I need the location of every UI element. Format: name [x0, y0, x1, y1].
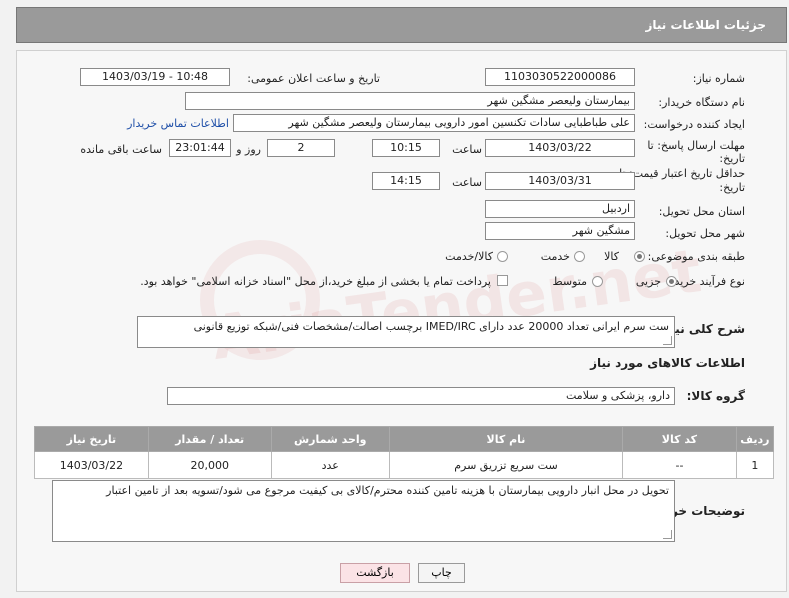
process-radio-medium[interactable] — [592, 276, 603, 287]
deadline-time-field: 10:15 — [372, 139, 440, 157]
remaining-label: ساعت باقی مانده — [80, 143, 162, 156]
need-number-label: شماره نیاز: — [692, 72, 745, 85]
cell-unit: عدد — [270, 451, 390, 479]
category-radio-service[interactable] — [574, 251, 585, 262]
announce-label: تاریخ و ساعت اعلان عمومی: — [247, 72, 380, 85]
category-option-service: خدمت — [540, 250, 570, 263]
city-label: شهر محل تحویل: — [665, 227, 745, 240]
remaining-time-field: 23:01:44 — [169, 139, 231, 157]
treasury-payment-checkbox[interactable] — [497, 275, 508, 286]
goods-group-label: گروه کالا: — [686, 389, 745, 403]
deadline-label-date: تاریخ: — [719, 152, 745, 165]
buyer-notes-box: تحویل در محل انبار دارویی بیمارستان با ه… — [52, 480, 675, 542]
announce-field: 1403/03/19 - 10:48 — [80, 68, 230, 86]
buyer-org-label: نام دستگاه خریدار: — [658, 96, 745, 109]
process-label: نوع فرآیند خرید : — [667, 275, 745, 288]
cell-date: 1403/03/22 — [34, 451, 149, 479]
page-title: جزئیات اطلاعات نیاز — [645, 18, 766, 32]
days-remaining-field: 2 — [267, 139, 335, 157]
cell-qty: 20,000 — [147, 451, 272, 479]
page-header: جزئیات اطلاعات نیاز — [16, 7, 787, 43]
cell-name: ست سریع تزریق سرم — [388, 451, 624, 479]
process-radio-minor[interactable] — [666, 276, 677, 287]
resize-grip-icon[interactable] — [663, 530, 672, 539]
buyer-notes-text: تحویل در محل انبار دارویی بیمارستان با ه… — [106, 484, 669, 497]
col-date: تاریخ نیاز — [34, 426, 149, 452]
validity-date-field: 1403/03/31 — [485, 172, 635, 190]
province-label: استان محل تحویل: — [658, 205, 745, 218]
cell-row: 1 — [735, 451, 775, 479]
buyer-contact-link[interactable]: اطلاعات تماس خریدار — [127, 117, 229, 130]
process-option-minor: جزیی — [635, 275, 661, 288]
goods-section-title: اطلاعات کالاهای مورد نیاز — [590, 356, 745, 370]
category-radio-goods[interactable] — [634, 251, 645, 262]
description-text: ست سرم ایرانی تعداد 20000 عدد دارای IMED… — [193, 320, 669, 333]
creator-label: ایجاد کننده درخواست: — [643, 118, 745, 131]
treasury-payment-note: پرداخت تمام یا بخشی از مبلغ خرید،از محل … — [140, 275, 491, 288]
col-row: ردیف — [735, 426, 775, 452]
print-button[interactable]: چاپ — [418, 563, 465, 583]
min-validity-label-date: تاریخ: — [719, 181, 745, 194]
province-field: اردبیل — [485, 200, 635, 218]
col-code: کد کالا — [622, 426, 737, 452]
buyer-org-field: بیمارستان ولیعصر مشگین شهر — [185, 92, 635, 110]
back-button[interactable]: بازگشت — [340, 563, 410, 583]
deadline-label: مهلت ارسال پاسخ: تا — [647, 139, 745, 152]
creator-field: علی طباطبایی سادات تکنسین امور دارویی بی… — [233, 114, 635, 132]
category-option-goods-service: کالا/خدمت — [445, 250, 493, 263]
description-box: ست سرم ایرانی تعداد 20000 عدد دارای IMED… — [137, 316, 675, 348]
goods-group-field: دارو، پزشکی و سلامت — [167, 387, 675, 405]
col-name: نام کالا — [388, 426, 624, 452]
cell-code: -- — [622, 451, 737, 479]
col-unit: واحد شمارش — [270, 426, 390, 452]
validity-time-field: 14:15 — [372, 172, 440, 190]
category-label: طبقه بندی موضوعی: — [647, 250, 745, 263]
table-row: 1 -- ست سریع تزریق سرم عدد 20,000 1403/0… — [34, 451, 775, 479]
validity-time-label: ساعت — [452, 176, 482, 189]
deadline-time-label: ساعت — [452, 143, 482, 156]
days-label: روز و — [236, 143, 261, 156]
process-option-medium: متوسط — [552, 275, 587, 288]
min-validity-label: حداقل تاریخ اعتبار قیمت: تا — [619, 167, 745, 180]
category-option-goods: کالا — [604, 250, 619, 263]
goods-table-header: ردیف کد کالا نام کالا واحد شمارش تعداد /… — [34, 426, 775, 452]
need-number-field: 1103030522000086 — [485, 68, 635, 86]
deadline-date-field: 1403/03/22 — [485, 139, 635, 157]
city-field: مشگین شهر — [485, 222, 635, 240]
category-radio-goods-service[interactable] — [497, 251, 508, 262]
resize-grip-icon[interactable] — [663, 336, 672, 345]
col-qty: تعداد / مقدار — [147, 426, 272, 452]
goods-table: ردیف کد کالا نام کالا واحد شمارش تعداد /… — [34, 426, 775, 479]
